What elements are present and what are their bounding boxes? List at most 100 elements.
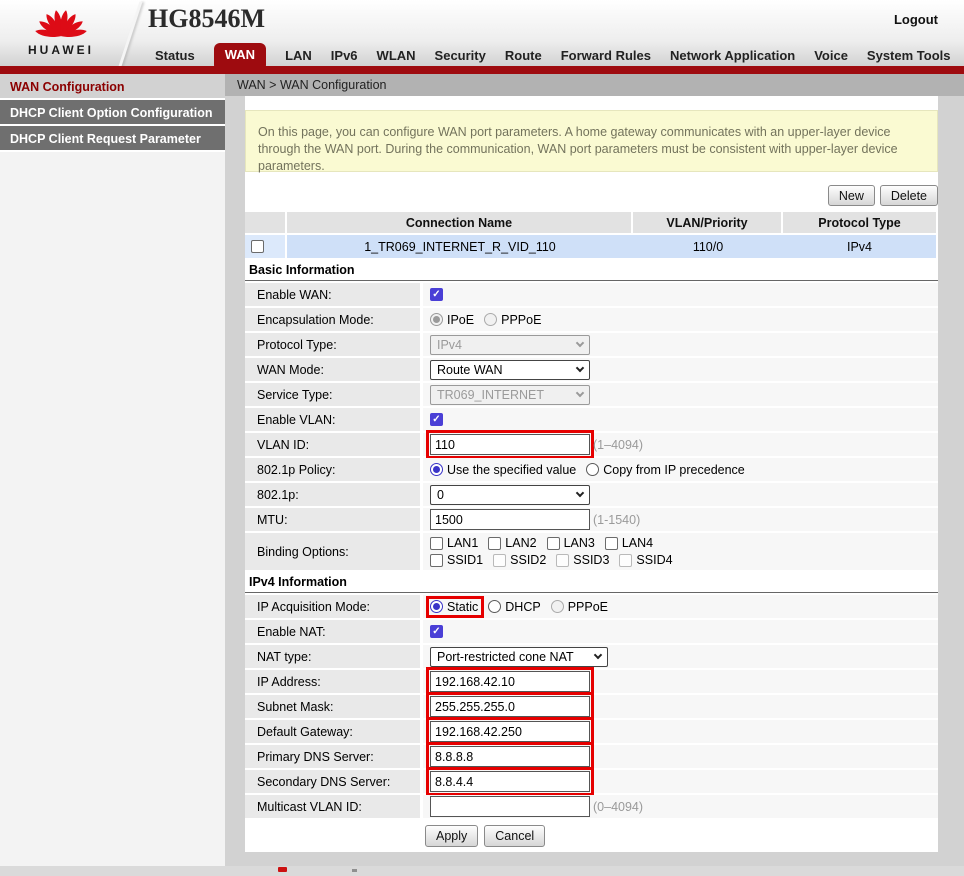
field-row-nat-type: NAT type: Port-restricted cone NAT [245,645,938,668]
main-nav: Status WAN LAN IPv6 WLAN Security Route … [155,44,950,71]
cancel-button[interactable]: Cancel [484,825,545,847]
8021p-select[interactable]: 0 [430,485,590,505]
nat-type-select[interactable]: Port-restricted cone NAT [430,647,608,667]
select-value: Port-restricted cone NAT [437,650,574,664]
field-row-vlan-id: VLAN ID: (1–4094) [245,433,938,456]
select-value: IPv4 [437,338,462,352]
sidebar-item-wan-configuration[interactable]: WAN Configuration [0,74,225,100]
pppoe-encap-radio [484,313,497,326]
main-content: On this page, you can configure WAN port… [225,96,964,866]
field-row-enable-nat: Enable NAT: ✓ [245,620,938,643]
use-specified-value-radio[interactable] [430,463,443,476]
checkbox-label: LAN3 [564,536,595,550]
connection-row-checkbox[interactable]: ✓ [251,240,264,253]
ipoe-radio [430,313,443,326]
new-button[interactable]: New [828,185,875,206]
field-label: IP Acquisition Mode: [245,595,420,618]
tab-status[interactable]: Status [155,44,195,67]
content-panel: On this page, you can configure WAN port… [245,96,938,852]
field-row-8021p: 802.1p: 0 [245,483,938,506]
tab-network-application[interactable]: Network Application [670,44,795,67]
lan3-checkbox[interactable]: ✓ [547,537,560,550]
ip-address-input[interactable] [430,671,590,692]
apply-button[interactable]: Apply [425,825,478,847]
delete-button[interactable]: Delete [880,185,938,206]
annotation-box [426,792,594,821]
ssid2-checkbox: ✓ [493,554,506,567]
checkbox-label: LAN2 [505,536,536,550]
service-type-select: TR069_INTERNET [430,385,590,405]
field-row-binding-options: Binding Options: ✓LAN1 ✓LAN2 ✓LAN3 ✓LAN4… [245,533,938,570]
field-hint: (1–4094) [593,438,643,452]
field-row-multicast-vlan-id: Multicast VLAN ID: (0–4094) [245,795,938,818]
subnet-mask-input[interactable] [430,696,590,717]
logout-link[interactable]: Logout [894,12,938,27]
cell-protocol-type: IPv4 [783,235,936,258]
field-row-encapsulation-mode: Encapsulation Mode: IPoE PPPoE [245,308,938,331]
field-label: MTU: [245,508,420,531]
ssid4-checkbox: ✓ [619,554,632,567]
lan4-checkbox[interactable]: ✓ [605,537,618,550]
field-label: IP Address: [245,670,420,693]
field-row-default-gateway: Default Gateway: [245,720,938,743]
tab-lan[interactable]: LAN [285,44,312,67]
copy-ip-precedence-radio[interactable] [586,463,599,476]
tab-wan[interactable]: WAN [214,43,266,71]
secondary-dns-input[interactable] [430,771,590,792]
table-toolbar: New Delete [245,185,938,206]
field-label: Encapsulation Mode: [245,308,420,331]
protocol-type-select: IPv4 [430,335,590,355]
router-config-page: HUAWEI HG8546M Logout Status WAN LAN IPv… [0,0,964,876]
field-label: Enable NAT: [245,620,420,643]
header: HUAWEI HG8546M Logout Status WAN LAN IPv… [0,0,964,74]
static-radio[interactable] [430,600,443,613]
field-row-service-type: Service Type: TR069_INTERNET [245,383,938,406]
tab-ipv6[interactable]: IPv6 [331,44,358,67]
page-title: HG8546M [148,4,265,34]
mtu-input[interactable] [430,509,590,530]
field-row-enable-vlan: Enable VLAN: ✓ [245,408,938,431]
field-label: Secondary DNS Server: [245,770,420,793]
sidebar-item-dhcp-client-request-parameter[interactable]: DHCP Client Request Parameter [0,126,225,152]
radio-label: Copy from IP precedence [603,463,745,477]
default-gateway-input[interactable] [430,721,590,742]
breadcrumb: WAN > WAN Configuration [225,74,964,96]
field-row-8021p-policy: 802.1p Policy: Use the specified value C… [245,458,938,481]
brand-text: HUAWEI [26,43,96,57]
primary-dns-input[interactable] [430,746,590,767]
tab-route[interactable]: Route [505,44,542,67]
enable-vlan-checkbox[interactable]: ✓ [430,413,443,426]
wan-config-form: Basic Information Enable WAN: ✓ Encapsul… [245,260,938,847]
field-label: VLAN ID: [245,433,420,456]
table-header-vlan-priority: VLAN/Priority [633,212,783,233]
sidebar-item-dhcp-client-option-configuration[interactable]: DHCP Client Option Configuration [0,100,225,126]
lan1-checkbox[interactable]: ✓ [430,537,443,550]
vlan-id-input[interactable] [430,434,590,455]
field-row-ip-acquisition-mode: IP Acquisition Mode: Static DHCP [245,595,938,618]
tab-system-tools[interactable]: System Tools [867,44,951,67]
annotation-box [426,430,594,459]
wan-mode-select[interactable]: Route WAN [430,360,590,380]
field-label: 802.1p Policy: [245,458,420,481]
multicast-vlan-id-input[interactable] [430,796,590,817]
table-row: ✓ 1_TR069_INTERNET_R_VID_110 110/0 IPv4 [245,235,938,258]
huawei-flower-icon [31,4,91,40]
ssid1-checkbox[interactable]: ✓ [430,554,443,567]
field-hint: (1-1540) [593,513,640,527]
table-header-row: Connection Name VLAN/Priority Protocol T… [245,212,938,233]
checkbox-label: SSID3 [573,553,609,567]
enable-nat-checkbox[interactable]: ✓ [430,625,443,638]
tab-security[interactable]: Security [435,44,486,67]
radio-label: Static [447,600,478,614]
radio-label: Use the specified value [447,463,576,477]
lan2-checkbox[interactable]: ✓ [488,537,501,550]
enable-wan-checkbox[interactable]: ✓ [430,288,443,301]
chevron-down-icon [576,389,584,397]
tab-wlan[interactable]: WLAN [377,44,416,67]
section-basic-information: Basic Information [245,260,938,281]
radio-label: PPPoE [568,600,608,614]
tab-forward-rules[interactable]: Forward Rules [561,44,651,67]
select-value: TR069_INTERNET [437,388,544,402]
dhcp-radio[interactable] [488,600,501,613]
tab-voice[interactable]: Voice [814,44,848,67]
